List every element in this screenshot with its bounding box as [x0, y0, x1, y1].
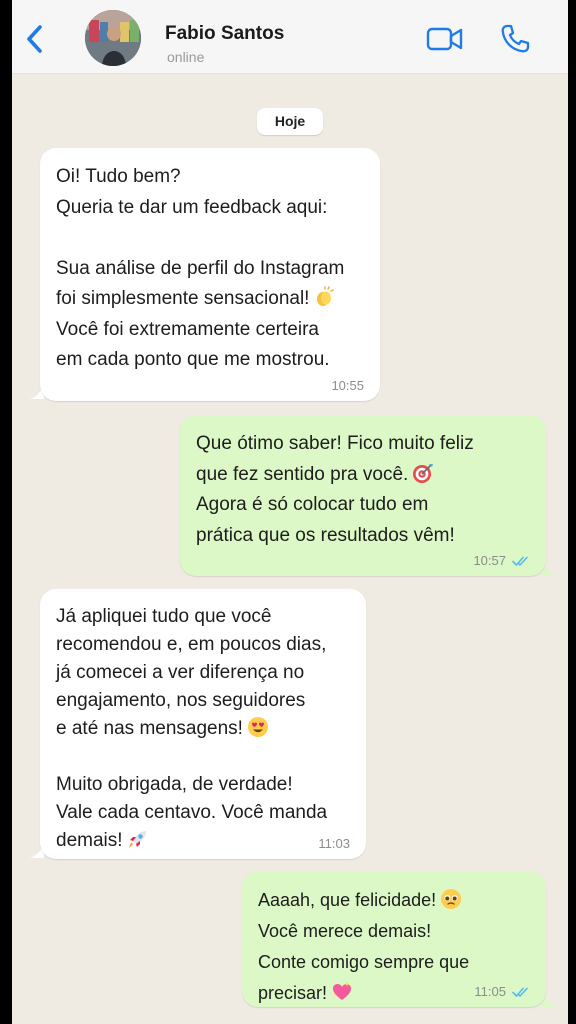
message-line: e até nas mensagens! [56, 715, 350, 743]
message-line: em cada ponto que me mostrou. [56, 349, 330, 370]
message-line: Sua análise de perfil do Instagram [56, 257, 345, 279]
message-line: foi simplesmente sensacional! [56, 284, 364, 315]
chat-screen: Fabio Santos online Hoje Oi! Tudo bem? Q… [12, 0, 568, 1024]
clapping-hands-icon [317, 286, 335, 306]
message-line: Que ótimo saber! Fico muito feliz [196, 433, 474, 454]
video-camera-icon [426, 27, 463, 51]
read-receipt-icon [512, 987, 528, 997]
date-separator: Hoje [257, 108, 323, 135]
message-text: Já apliquei tudo que você recomendou e, … [56, 603, 350, 855]
message-line: recomendou e, em poucos dias, [56, 634, 327, 655]
message-line: Agora é só colocar tudo em [196, 494, 429, 515]
message-time: 10:55 [331, 378, 364, 393]
read-receipt-icon [512, 556, 528, 566]
message-line: prática que os resultados vêm! [196, 524, 455, 546]
back-button[interactable] [20, 22, 50, 56]
message-text: Oi! Tudo bem? Queria te dar um feedback … [56, 162, 364, 376]
contact-status: online [167, 49, 205, 65]
message-time: 11:05 [474, 984, 506, 999]
message-line: engajamento, nos seguidores [56, 690, 306, 711]
video-call-button[interactable] [426, 24, 464, 54]
message-meta: 10:57 [473, 553, 530, 568]
message-meta: 10:55 [331, 378, 364, 393]
contact-name[interactable]: Fabio Santos [165, 23, 284, 45]
message-bubble-outgoing[interactable]: Aaaah, que felicidade! Você merece demai… [242, 871, 546, 1007]
message-line: Já apliquei tudo que você [56, 606, 272, 627]
message-line: Conte comigo sempre que [258, 952, 470, 972]
message-line [56, 743, 350, 771]
message-line: Você foi extremamente certeira [56, 318, 319, 340]
message-line: Queria te dar um feedback aqui: [56, 196, 328, 218]
direct-hit-target-icon [413, 463, 434, 483]
rocket-icon [128, 831, 146, 848]
chat-header: Fabio Santos online [12, 0, 568, 74]
message-bubble-incoming[interactable]: Já apliquei tudo que você recomendou e, … [40, 589, 366, 859]
message-line: Muito obrigada, de verdade! [56, 774, 293, 795]
message-meta: 11:05 [474, 984, 530, 999]
message-line: demais! [56, 827, 350, 855]
sparkling-heart-icon [333, 982, 352, 1000]
message-line: Oi! Tudo bem? [56, 166, 181, 187]
message-bubble-outgoing[interactable]: Que ótimo saber! Fico muito feliz que fe… [180, 415, 546, 576]
message-line: Vale cada centavo. Você manda [56, 802, 328, 823]
message-time: 11:03 [318, 836, 350, 851]
message-line: Aaaah, que felicidade! [258, 885, 530, 916]
message-meta: 11:03 [318, 836, 350, 851]
message-text: Que ótimo saber! Fico muito feliz que fe… [196, 429, 530, 551]
heart-eyes-face-icon [247, 717, 268, 737]
pleading-face-icon [441, 889, 462, 909]
message-line: Você merece demais! [258, 921, 432, 941]
chevron-left-icon [27, 25, 42, 53]
phone-icon [501, 24, 530, 53]
message-line: já comecei a ver diferença no [56, 662, 305, 683]
voice-call-button[interactable] [498, 22, 532, 56]
avatar[interactable] [85, 10, 141, 66]
message-line: que fez sentido pra você. [196, 460, 530, 491]
message-bubble-incoming[interactable]: Oi! Tudo bem? Queria te dar um feedback … [40, 148, 380, 401]
message-line [56, 223, 364, 254]
message-time: 10:57 [473, 553, 506, 568]
